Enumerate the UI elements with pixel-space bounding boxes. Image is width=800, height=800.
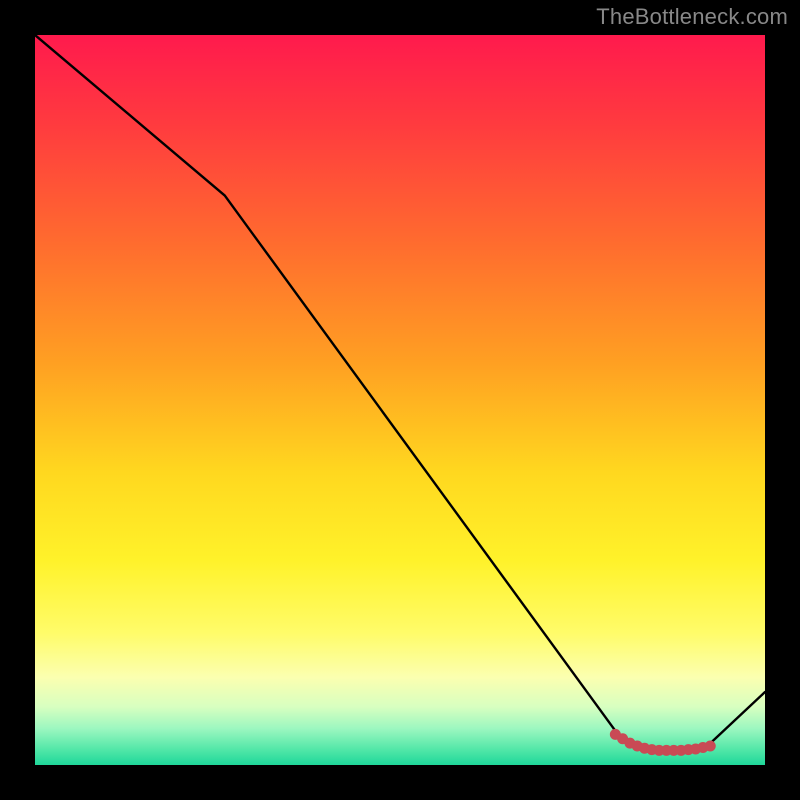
attribution-label: TheBottleneck.com	[596, 4, 788, 30]
plot-area	[35, 35, 765, 765]
chart-svg	[35, 35, 765, 765]
selection-marker	[705, 741, 716, 752]
chart-frame: TheBottleneck.com	[0, 0, 800, 800]
bottleneck-curve	[35, 35, 765, 750]
selection-band	[610, 729, 716, 756]
